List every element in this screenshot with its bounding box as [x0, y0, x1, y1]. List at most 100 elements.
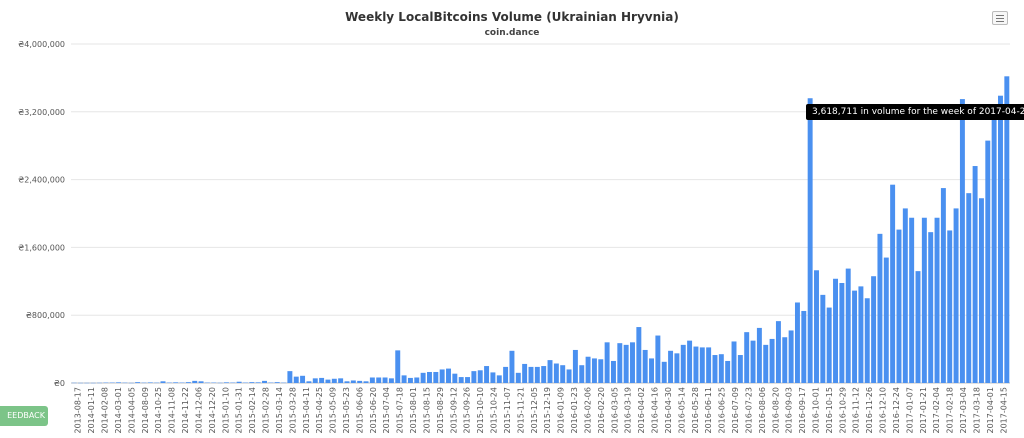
bar[interactable] — [782, 337, 788, 383]
bar[interactable] — [344, 381, 350, 383]
bar[interactable] — [566, 369, 572, 383]
bar[interactable] — [528, 366, 534, 383]
bar[interactable] — [915, 271, 921, 383]
bar[interactable] — [807, 98, 813, 384]
bar[interactable] — [763, 344, 769, 383]
bar[interactable] — [630, 342, 635, 383]
bar[interactable] — [236, 381, 242, 383]
bar[interactable] — [598, 359, 604, 383]
bar[interactable] — [541, 366, 547, 383]
bar[interactable] — [788, 330, 794, 383]
bar[interactable] — [896, 229, 902, 383]
bar[interactable] — [401, 375, 407, 383]
bar[interactable] — [490, 372, 496, 383]
bar[interactable] — [617, 343, 623, 383]
bar[interactable] — [262, 380, 267, 383]
bar[interactable] — [465, 377, 471, 383]
bar[interactable] — [433, 371, 439, 383]
bar[interactable] — [388, 378, 394, 383]
bar[interactable] — [921, 217, 927, 383]
bar[interactable] — [274, 382, 280, 383]
bar[interactable] — [357, 380, 363, 383]
bar[interactable] — [255, 382, 261, 383]
bar[interactable] — [909, 217, 915, 383]
bar[interactable] — [966, 193, 972, 383]
bar[interactable] — [446, 368, 451, 383]
bar[interactable] — [820, 294, 826, 383]
bar[interactable] — [471, 371, 477, 383]
bar[interactable] — [610, 360, 616, 383]
bar[interactable] — [452, 373, 458, 383]
bar[interactable] — [883, 257, 889, 383]
bar[interactable] — [249, 382, 255, 383]
bar[interactable] — [655, 335, 661, 383]
bar[interactable] — [135, 382, 141, 383]
bar[interactable] — [998, 95, 1003, 383]
bar[interactable] — [833, 278, 838, 383]
bar[interactable] — [668, 350, 674, 383]
bar[interactable] — [395, 350, 401, 383]
bar[interactable] — [852, 290, 858, 383]
bar[interactable] — [959, 99, 965, 383]
bar[interactable] — [858, 286, 864, 383]
bar[interactable] — [623, 344, 629, 383]
bar[interactable] — [750, 340, 756, 384]
bar[interactable] — [839, 283, 845, 383]
bar[interactable] — [928, 232, 934, 383]
bar[interactable] — [350, 380, 356, 383]
bar[interactable] — [794, 302, 800, 383]
bar[interactable] — [636, 327, 642, 383]
bar[interactable] — [503, 366, 509, 383]
bar[interactable] — [947, 230, 953, 383]
bar[interactable] — [427, 371, 432, 383]
bar[interactable] — [287, 371, 293, 383]
bar[interactable] — [661, 361, 667, 383]
bar[interactable] — [649, 358, 655, 383]
bar[interactable] — [522, 363, 528, 383]
bar[interactable] — [940, 188, 946, 383]
bar[interactable] — [173, 382, 179, 383]
bar[interactable] — [585, 356, 591, 383]
bar[interactable] — [534, 366, 540, 383]
bar[interactable] — [953, 208, 959, 383]
bar[interactable] — [477, 370, 483, 383]
bar[interactable] — [801, 310, 807, 383]
bar[interactable] — [934, 217, 940, 383]
bar[interactable] — [718, 354, 724, 383]
bar[interactable] — [978, 198, 984, 383]
bar[interactable] — [319, 377, 325, 383]
bar[interactable] — [407, 377, 413, 383]
bar[interactable] — [604, 342, 610, 383]
bar[interactable] — [312, 378, 318, 383]
bar[interactable] — [572, 349, 578, 383]
bar[interactable] — [699, 347, 705, 383]
bar[interactable] — [693, 346, 699, 383]
bar[interactable] — [845, 268, 851, 383]
bar[interactable] — [484, 366, 490, 383]
bar[interactable] — [687, 340, 693, 384]
bar[interactable] — [591, 358, 597, 383]
bar[interactable] — [1004, 76, 1010, 383]
bar[interactable] — [991, 110, 997, 383]
bar[interactable] — [376, 377, 382, 383]
bar[interactable] — [496, 375, 502, 383]
bar[interactable] — [560, 365, 566, 383]
bar[interactable] — [547, 360, 553, 383]
bar[interactable] — [420, 372, 426, 383]
bar[interactable] — [744, 332, 750, 383]
bar[interactable] — [680, 344, 686, 383]
bar[interactable] — [325, 379, 331, 383]
bar[interactable] — [826, 307, 832, 383]
bar[interactable] — [871, 276, 877, 383]
bar[interactable] — [642, 349, 648, 383]
bar[interactable] — [579, 365, 585, 383]
bar[interactable] — [756, 327, 762, 383]
bar[interactable] — [116, 382, 122, 383]
bar[interactable] — [775, 321, 781, 383]
bar[interactable] — [864, 298, 870, 383]
bar[interactable] — [198, 381, 204, 383]
bar[interactable] — [147, 382, 153, 383]
bar[interactable] — [192, 380, 198, 383]
bar[interactable] — [712, 355, 718, 383]
bar[interactable] — [706, 347, 712, 383]
